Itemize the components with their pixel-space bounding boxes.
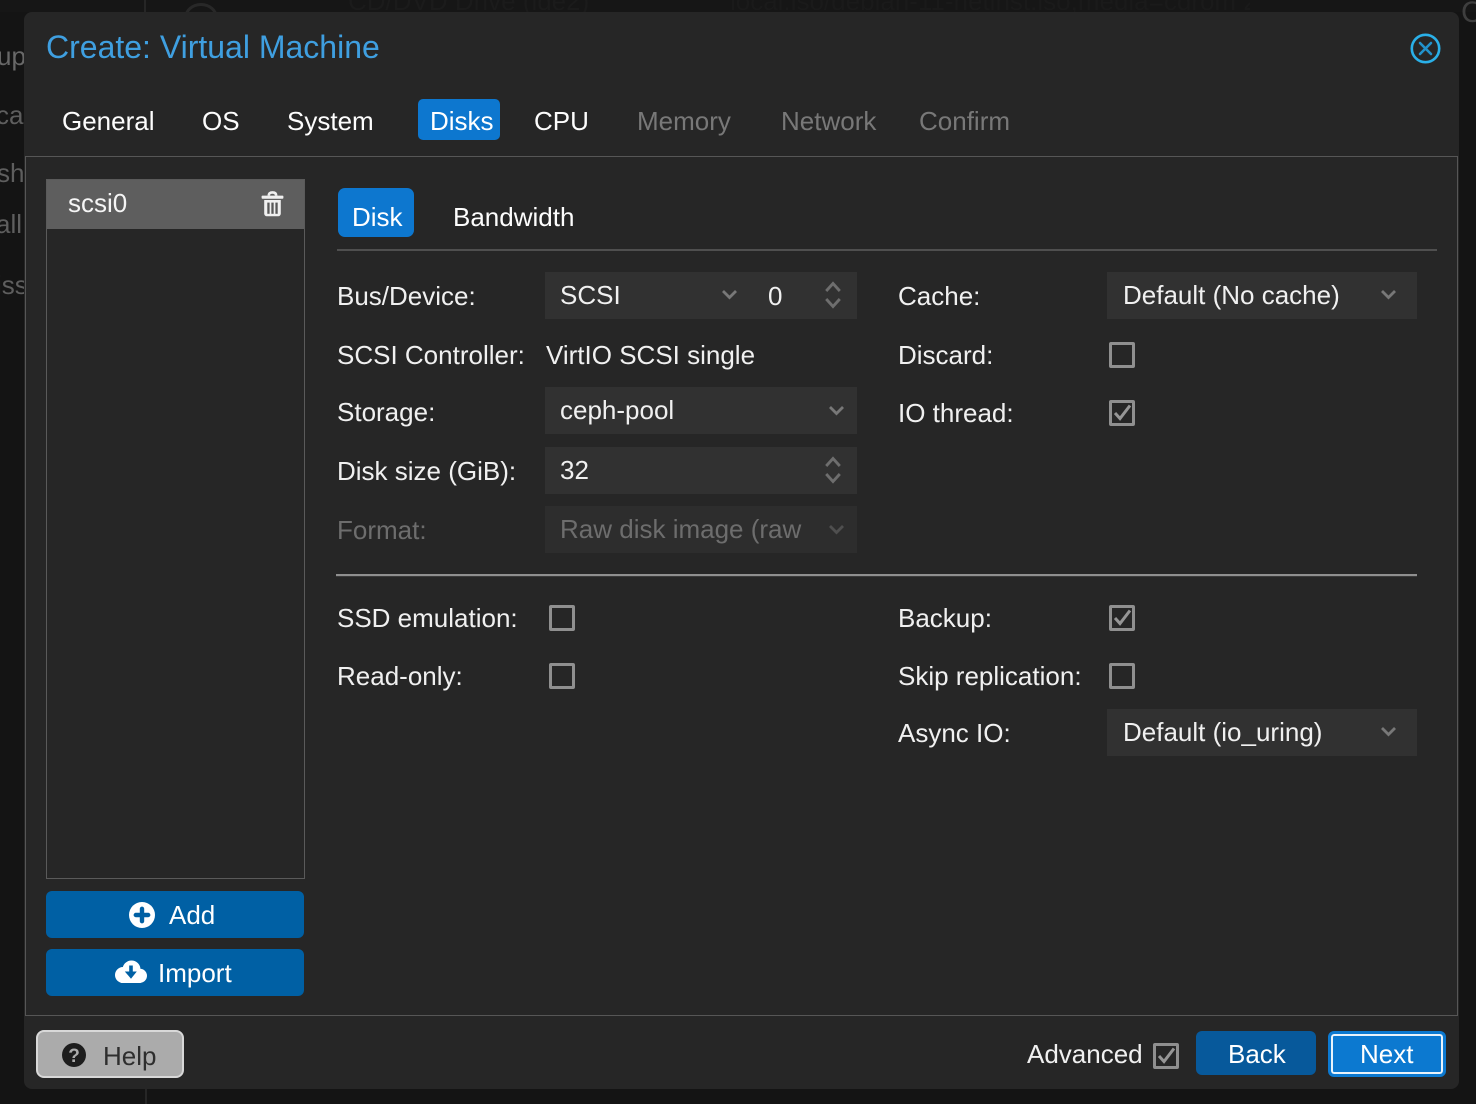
- svg-text:?: ?: [68, 1046, 80, 1067]
